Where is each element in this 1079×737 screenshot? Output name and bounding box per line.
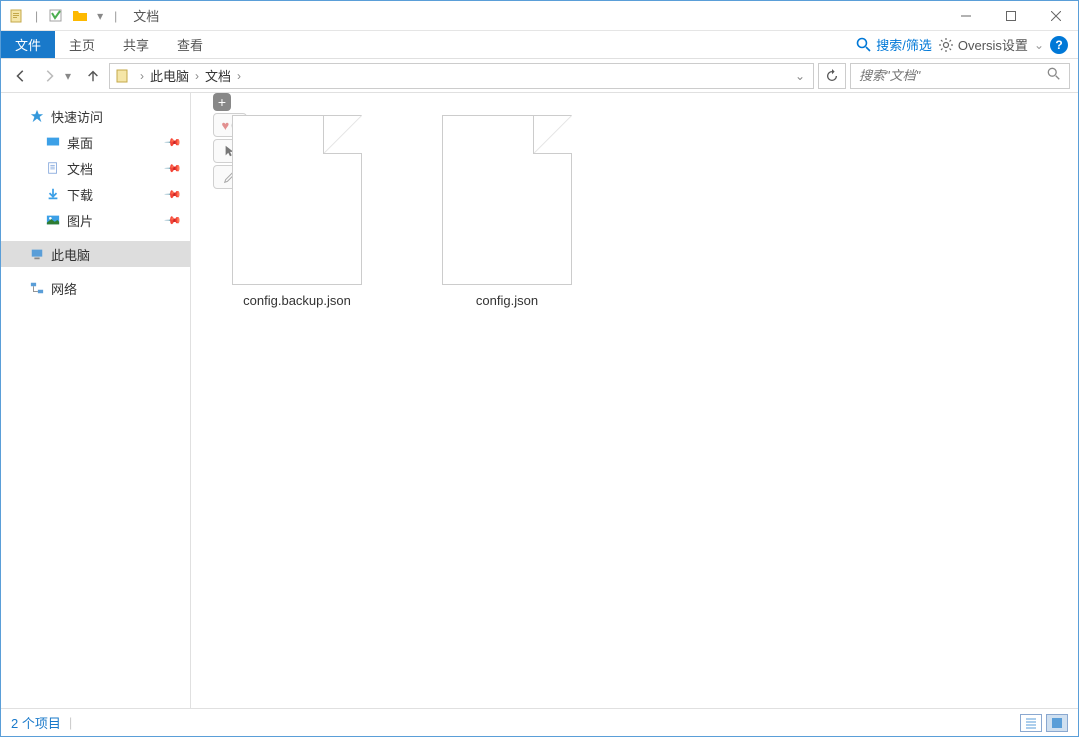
gear-icon xyxy=(938,37,954,53)
pin-icon: 📌 xyxy=(164,211,183,230)
star-icon xyxy=(29,108,45,124)
pin-icon: 📌 xyxy=(164,159,183,178)
window-title: 文档 xyxy=(133,6,159,25)
statusbar: 2 个项目 | xyxy=(1,708,1078,736)
qat-separator-2: | xyxy=(114,9,117,23)
ribbon: 文件 主页 共享 查看 搜索/筛选 Oversis设置 ⌄ ? xyxy=(1,31,1078,59)
qat-separator: | xyxy=(35,9,38,23)
file-label: config.json xyxy=(476,293,538,308)
sidebar-desktop[interactable]: 桌面 📌 xyxy=(1,129,190,155)
file-label: config.backup.json xyxy=(243,293,351,308)
file-item[interactable]: config.backup.json xyxy=(207,109,387,314)
sidebar-network-label: 网络 xyxy=(51,279,77,298)
crumb-tail-sep: › xyxy=(233,69,245,83)
file-icon xyxy=(442,115,572,285)
sidebar-documents[interactable]: 文档 📌 xyxy=(1,155,190,181)
explorer-window: | ▾ | 文档 文件 主页 共享 查看 搜索/筛选 xyxy=(0,0,1079,737)
crumb-this-pc[interactable]: 此电脑 xyxy=(148,66,191,85)
file-item[interactable]: config.json xyxy=(417,109,597,314)
content-area: 快速访问 桌面 📌 文档 📌 下载 📌 xyxy=(1,93,1078,708)
network-icon xyxy=(29,280,45,296)
location-icon xyxy=(114,67,132,85)
sidebar: 快速访问 桌面 📌 文档 📌 下载 📌 xyxy=(1,93,191,708)
up-button[interactable] xyxy=(81,64,105,88)
close-button[interactable] xyxy=(1033,2,1078,30)
window-controls xyxy=(943,2,1078,30)
view-icons-button[interactable] xyxy=(1046,714,1068,732)
oversis-settings[interactable]: Oversis设置 xyxy=(938,35,1028,54)
sidebar-downloads[interactable]: 下载 📌 xyxy=(1,181,190,207)
item-count: 2 个项目 xyxy=(11,713,61,732)
pin-icon: 📌 xyxy=(164,185,183,204)
file-pane[interactable]: + ♥0 config.backup.json config.json xyxy=(191,93,1078,708)
search-input[interactable] xyxy=(859,68,1047,83)
navbar: ▾ › 此电脑 › 文档 › ⌄ xyxy=(1,59,1078,93)
addressbar-dropdown[interactable]: ⌄ xyxy=(791,69,809,83)
crumb-root-sep: › xyxy=(136,69,148,83)
search-icon[interactable] xyxy=(1047,67,1061,84)
ribbon-tab-view[interactable]: 查看 xyxy=(163,31,217,58)
sidebar-network[interactable]: 网络 xyxy=(1,275,190,301)
back-button[interactable] xyxy=(9,64,33,88)
list-view-icon xyxy=(1025,717,1037,729)
annotation-add-button[interactable]: + xyxy=(213,93,231,111)
sidebar-quick-access-label: 快速访问 xyxy=(51,107,103,126)
ribbon-tab-home[interactable]: 主页 xyxy=(55,31,109,58)
maximize-button[interactable] xyxy=(988,2,1033,30)
sidebar-pictures[interactable]: 图片 📌 xyxy=(1,207,190,233)
chevron-down-icon[interactable]: ⌄ xyxy=(1034,38,1044,52)
sidebar-pictures-label: 图片 xyxy=(67,211,93,230)
search-icon xyxy=(856,37,872,53)
ribbon-tab-share[interactable]: 共享 xyxy=(109,31,163,58)
heart-icon: ♥ xyxy=(222,118,230,133)
sidebar-this-pc-label: 此电脑 xyxy=(51,245,90,264)
sidebar-downloads-label: 下载 xyxy=(67,185,93,204)
ribbon-tab-file[interactable]: 文件 xyxy=(1,31,55,58)
file-icon xyxy=(232,115,362,285)
view-details-button[interactable] xyxy=(1020,714,1042,732)
app-icon xyxy=(7,6,27,26)
addressbar[interactable]: › 此电脑 › 文档 › ⌄ xyxy=(109,63,814,89)
sidebar-this-pc[interactable]: 此电脑 xyxy=(1,241,190,267)
computer-icon xyxy=(29,246,45,262)
status-separator: | xyxy=(69,715,72,730)
minimize-button[interactable] xyxy=(943,2,988,30)
sidebar-desktop-label: 桌面 xyxy=(67,133,93,152)
searchbox[interactable] xyxy=(850,63,1070,89)
pin-icon: 📌 xyxy=(164,133,183,152)
titlebar: | ▾ | 文档 xyxy=(1,1,1078,31)
pictures-icon xyxy=(45,212,61,228)
refresh-button[interactable] xyxy=(818,63,846,89)
desktop-icon xyxy=(45,134,61,150)
forward-button[interactable] xyxy=(37,64,61,88)
search-filter-label: 搜索/筛选 xyxy=(876,35,932,54)
qat-properties-icon[interactable] xyxy=(46,6,66,26)
crumb-documents[interactable]: 文档 xyxy=(203,66,233,85)
downloads-icon xyxy=(45,186,61,202)
help-button[interactable]: ? xyxy=(1050,36,1068,54)
sidebar-documents-label: 文档 xyxy=(67,159,93,178)
refresh-icon xyxy=(825,69,839,83)
search-filter-toggle[interactable]: 搜索/筛选 xyxy=(856,35,932,54)
crumb-sep-icon: › xyxy=(191,69,203,83)
qat-folder-icon[interactable] xyxy=(70,6,90,26)
settings-label: Oversis设置 xyxy=(958,35,1028,54)
icon-view-icon xyxy=(1051,717,1063,729)
qat-dropdown-icon[interactable]: ▾ xyxy=(94,6,106,26)
documents-icon xyxy=(45,160,61,176)
history-dropdown[interactable]: ▾ xyxy=(65,69,77,83)
quick-access-toolbar: | ▾ | 文档 xyxy=(7,6,159,26)
sidebar-quick-access[interactable]: 快速访问 xyxy=(1,103,190,129)
